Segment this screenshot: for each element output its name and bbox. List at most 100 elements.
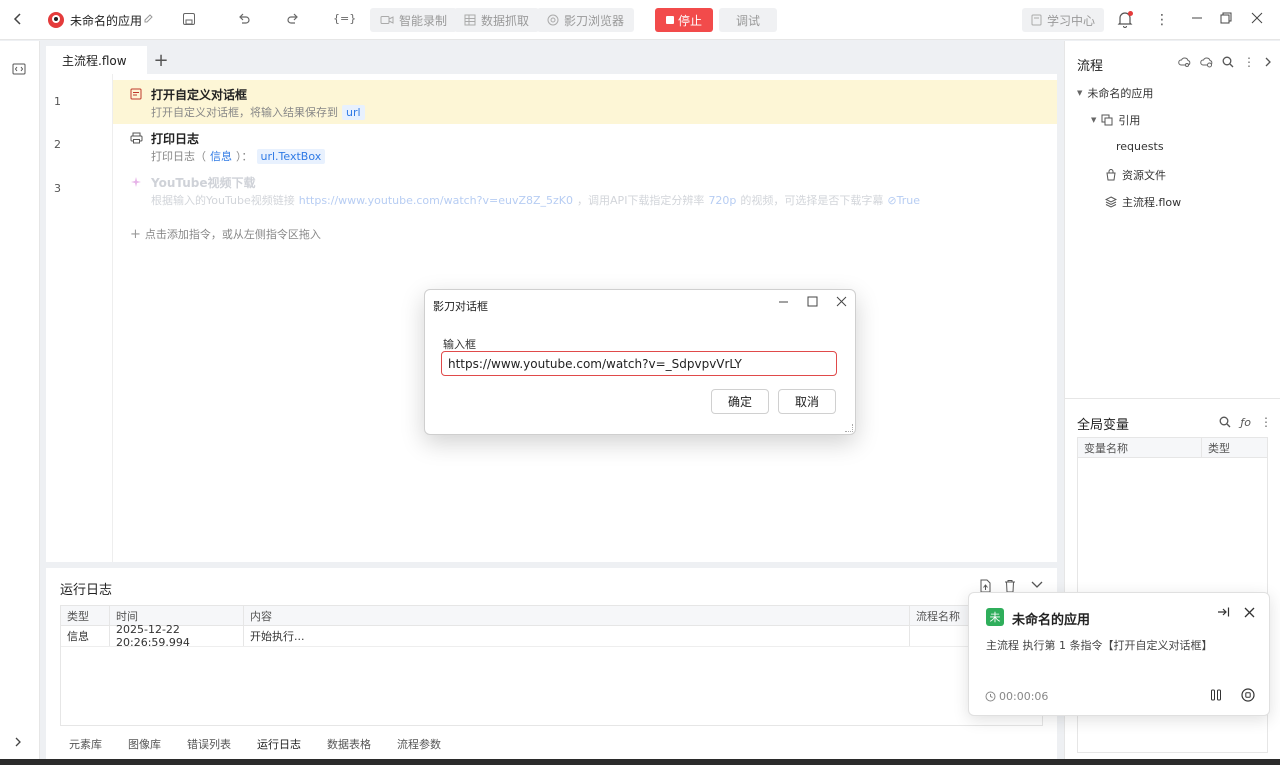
step-description: 根据输入的YouTube视频链接 https://www.youtube.com… <box>151 192 920 208</box>
data-capture-button[interactable]: 数据抓取 <box>454 8 540 32</box>
tab-image-library[interactable]: 图像库 <box>115 736 174 756</box>
expand-left-icon[interactable] <box>14 736 22 748</box>
browser-icon <box>547 14 559 26</box>
tree-resources-label: 资源文件 <box>1122 169 1166 182</box>
dialog-window-controls <box>778 296 847 307</box>
close-icon[interactable] <box>1244 606 1255 618</box>
edit-icon[interactable] <box>143 13 154 24</box>
table-row[interactable]: 信息 2025-12-22 20:26:59.994 开始执行... <box>61 623 1042 649</box>
chevron-right-icon[interactable] <box>1264 55 1272 69</box>
log-type: 信息 <box>61 626 110 646</box>
tree-item-requests[interactable]: requests <box>1116 140 1164 153</box>
minimize-icon[interactable] <box>1191 12 1203 24</box>
add-instruction-hint[interactable]: + 点击添加指令，或从左侧指令区拖入 <box>130 226 321 242</box>
redo-icon[interactable] <box>286 12 300 26</box>
tab-error-list[interactable]: 错误列表 <box>174 736 244 756</box>
code-panel-icon[interactable] <box>12 63 26 75</box>
elapsed-time-value: 00:00:06 <box>999 690 1049 703</box>
log-title: 运行日志 <box>60 583 113 598</box>
close-window-icon[interactable] <box>1251 12 1263 24</box>
line-gutter: 1 2 3 <box>46 74 113 562</box>
bell-icon[interactable] <box>1117 11 1133 28</box>
flow-step-print-log[interactable]: 打印日志 打印日志（ 信息 ）： url.TextBox <box>113 124 1057 168</box>
function-icon[interactable]: ƒo <box>1240 415 1251 429</box>
maximize-icon[interactable] <box>807 296 818 307</box>
editor-tabs: 主流程.flow + <box>46 46 1057 74</box>
column-header[interactable]: 内容 <box>244 606 910 625</box>
chevron-down-icon[interactable] <box>1031 581 1043 589</box>
close-icon[interactable] <box>836 296 847 307</box>
stop-circle-icon[interactable] <box>1241 688 1255 702</box>
study-center-label: 学习中心 <box>1046 13 1095 28</box>
pause-icon[interactable] <box>1209 688 1223 702</box>
more-vertical-icon[interactable]: ⋮ <box>1260 415 1272 429</box>
panel-divider <box>1065 398 1280 399</box>
add-tab-button[interactable]: + <box>147 46 175 74</box>
subtitle-flag: ⊘True <box>887 193 921 207</box>
column-header[interactable]: 类型 <box>61 606 110 625</box>
column-header[interactable]: 变量名称 <box>1078 438 1202 457</box>
confirm-button[interactable]: 确定 <box>711 389 769 414</box>
step-desc-text: ）： <box>236 150 253 163</box>
app-title[interactable]: 未命名的应用 <box>70 12 142 29</box>
export-icon[interactable] <box>979 579 991 593</box>
study-center-button[interactable]: 学习中心 <box>1022 8 1104 32</box>
variable-chip[interactable]: url.TextBox <box>256 148 326 164</box>
tab-element-library[interactable]: 元素库 <box>56 736 115 756</box>
video-icon <box>380 15 394 25</box>
tree-resources[interactable]: 资源文件 <box>1105 167 1166 183</box>
trash-icon[interactable] <box>1004 579 1016 593</box>
restore-icon[interactable] <box>1220 12 1232 24</box>
step-title: 打印日志 <box>151 132 200 146</box>
browser-button[interactable]: 影刀浏览器 <box>537 8 635 32</box>
run-status-toast: 未 未命名的应用 主流程 执行第 1 条指令【打开自定义对话框】 00:00:0… <box>968 592 1270 716</box>
minimize-icon[interactable] <box>778 296 789 307</box>
log-table: 类型 时间 内容 流程名称 信息 2025-12-22 20:26:59.994… <box>60 605 1043 726</box>
variables-icon[interactable]: {=} <box>333 12 356 25</box>
variable-chip[interactable]: url <box>342 104 365 120</box>
more-vertical-icon[interactable]: ⋮ <box>1155 12 1169 28</box>
save-icon[interactable] <box>182 12 196 26</box>
tree-references[interactable]: ▼ 引用 <box>1091 112 1140 128</box>
flow-step-youtube-download[interactable]: YouTube视频下载 根据输入的YouTube视频链接 https://www… <box>113 168 1057 212</box>
tab-main-flow[interactable]: 主流程.flow <box>46 46 147 74</box>
taskbar-edge <box>0 759 1280 765</box>
search-icon[interactable] <box>1219 415 1231 429</box>
dialog-icon <box>130 88 142 100</box>
tree-root[interactable]: ▼ 未命名的应用 <box>1077 85 1153 101</box>
step-desc-text: 的视频，可选择是否下载字幕 <box>740 194 884 207</box>
flow-step-open-dialog[interactable]: 打开自定义对话框 打开自定义对话框，将输入结果保存到 url <box>113 80 1057 124</box>
flow-panel-toolbar: ⋮ <box>1178 55 1272 69</box>
url-input[interactable] <box>441 351 837 376</box>
search-icon[interactable] <box>1222 55 1234 69</box>
flow-panel-title: 流程 <box>1077 59 1104 74</box>
smart-record-button[interactable]: 智能录制 <box>370 8 458 32</box>
sparkle-icon <box>130 176 142 188</box>
more-vertical-icon[interactable]: ⋮ <box>1243 55 1255 69</box>
resize-handle[interactable] <box>845 424 853 432</box>
line-number: 1 <box>54 95 61 108</box>
log-time: 2025-12-22 20:26:59.994 <box>110 623 244 649</box>
app-logo <box>47 11 65 29</box>
stop-icon <box>665 16 674 24</box>
tree-main-flow[interactable]: 主流程.flow <box>1105 194 1181 210</box>
tab-run-log[interactable]: 运行日志 <box>244 736 314 765</box>
collapse-to-side-icon[interactable] <box>1217 606 1230 618</box>
tree-root-label: 未命名的应用 <box>1087 87 1154 100</box>
tab-data-table[interactable]: 数据表格 <box>314 736 384 756</box>
url-chip: https://www.youtube.com/watch?v=euvZ8Z_5… <box>298 193 574 207</box>
back-icon[interactable] <box>12 12 24 26</box>
plus-icon: + <box>130 226 141 242</box>
tab-flow-params[interactable]: 流程参数 <box>384 736 454 756</box>
cloud-gear-icon[interactable] <box>1200 55 1213 69</box>
debug-button[interactable]: 调试 <box>719 8 777 32</box>
undo-icon[interactable] <box>237 12 251 26</box>
column-header[interactable]: 类型 <box>1202 438 1267 457</box>
stop-button[interactable]: 停止 <box>655 8 713 32</box>
log-level-chip[interactable]: 信息 <box>210 148 232 164</box>
cancel-button[interactable]: 取消 <box>778 389 836 414</box>
copy-icon <box>1101 114 1113 126</box>
cloud-settings-icon[interactable] <box>1178 55 1191 69</box>
step-desc-text: ，调用API下载指定分辨率 <box>577 194 705 207</box>
bag-icon <box>1105 169 1117 181</box>
